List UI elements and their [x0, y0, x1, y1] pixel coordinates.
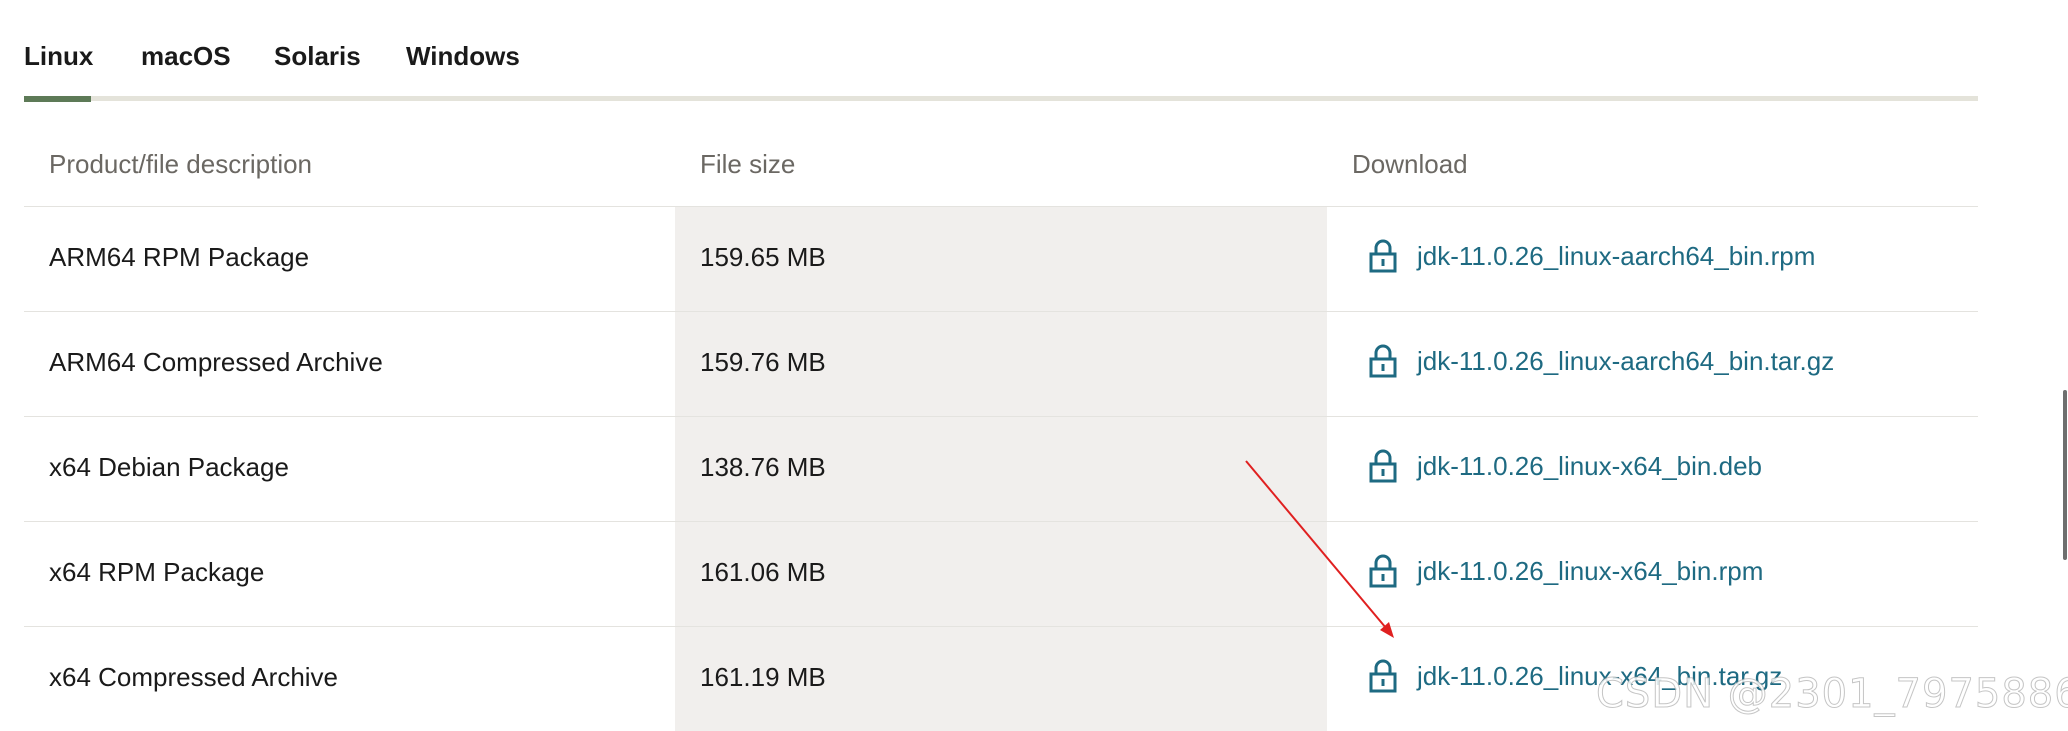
table-row: x64 RPM Package 161.06 MB jdk-11.0.26_li…: [24, 522, 1978, 626]
row-description: ARM64 Compressed Archive: [49, 347, 383, 377]
header-description: Product/file description: [49, 149, 313, 179]
download-link[interactable]: jdk-11.0.26_linux-x64_bin.rpm: [1369, 553, 1763, 589]
download-link[interactable]: jdk-11.0.26_linux-x64_bin.deb: [1369, 448, 1762, 484]
row-file-size: 159.65 MB: [700, 242, 826, 272]
lock-icon: [1369, 659, 1397, 693]
row-description: x64 Debian Package: [49, 452, 289, 482]
header-download: Download: [1352, 149, 1468, 179]
os-tabs: Linux macOS Solaris Windows: [24, 0, 1978, 104]
table-row: ARM64 RPM Package 159.65 MB jdk-11.0.26_…: [24, 207, 1978, 311]
download-link[interactable]: jdk-11.0.26_linux-aarch64_bin.tar.gz: [1369, 343, 1834, 379]
lock-icon: [1369, 239, 1397, 273]
row-file-size: 161.06 MB: [700, 557, 826, 587]
header-file-size: File size: [700, 149, 796, 179]
download-filename: jdk-11.0.26_linux-x64_bin.rpm: [1417, 556, 1764, 586]
download-filename: jdk-11.0.26_linux-aarch64_bin.tar.gz: [1417, 346, 1835, 376]
watermark-text: CSDN @2301_79758861: [1595, 671, 2068, 718]
tab-linux[interactable]: Linux: [24, 38, 93, 74]
tab-solaris[interactable]: Solaris: [274, 38, 361, 74]
download-filename: jdk-11.0.26_linux-x64_bin.deb: [1417, 451, 1762, 481]
row-description: x64 Compressed Archive: [49, 662, 339, 692]
lock-icon: [1369, 554, 1397, 588]
download-page: Linux macOS Solaris Windows Product/file…: [0, 0, 2068, 731]
table-row: ARM64 Compressed Archive 159.76 MB jdk-1…: [24, 312, 1978, 416]
tab-macos[interactable]: macOS: [141, 38, 231, 74]
lock-icon: [1369, 344, 1397, 378]
tab-track: [24, 96, 1978, 101]
download-filename: jdk-11.0.26_linux-aarch64_bin.rpm: [1417, 241, 1816, 271]
table-row: x64 Debian Package 138.76 MB jdk-11.0.26…: [24, 417, 1978, 521]
scrollbar-thumb[interactable]: [2063, 390, 2067, 560]
row-file-size: 138.76 MB: [700, 452, 826, 482]
download-link[interactable]: jdk-11.0.26_linux-aarch64_bin.rpm: [1369, 238, 1815, 274]
lock-icon: [1369, 449, 1397, 483]
row-file-size: 159.76 MB: [700, 347, 826, 377]
tab-windows[interactable]: Windows: [406, 38, 520, 74]
row-file-size: 161.19 MB: [700, 662, 826, 692]
active-tab-indicator: [24, 96, 91, 102]
row-description: ARM64 RPM Package: [49, 242, 310, 272]
row-description: x64 RPM Package: [49, 557, 265, 587]
